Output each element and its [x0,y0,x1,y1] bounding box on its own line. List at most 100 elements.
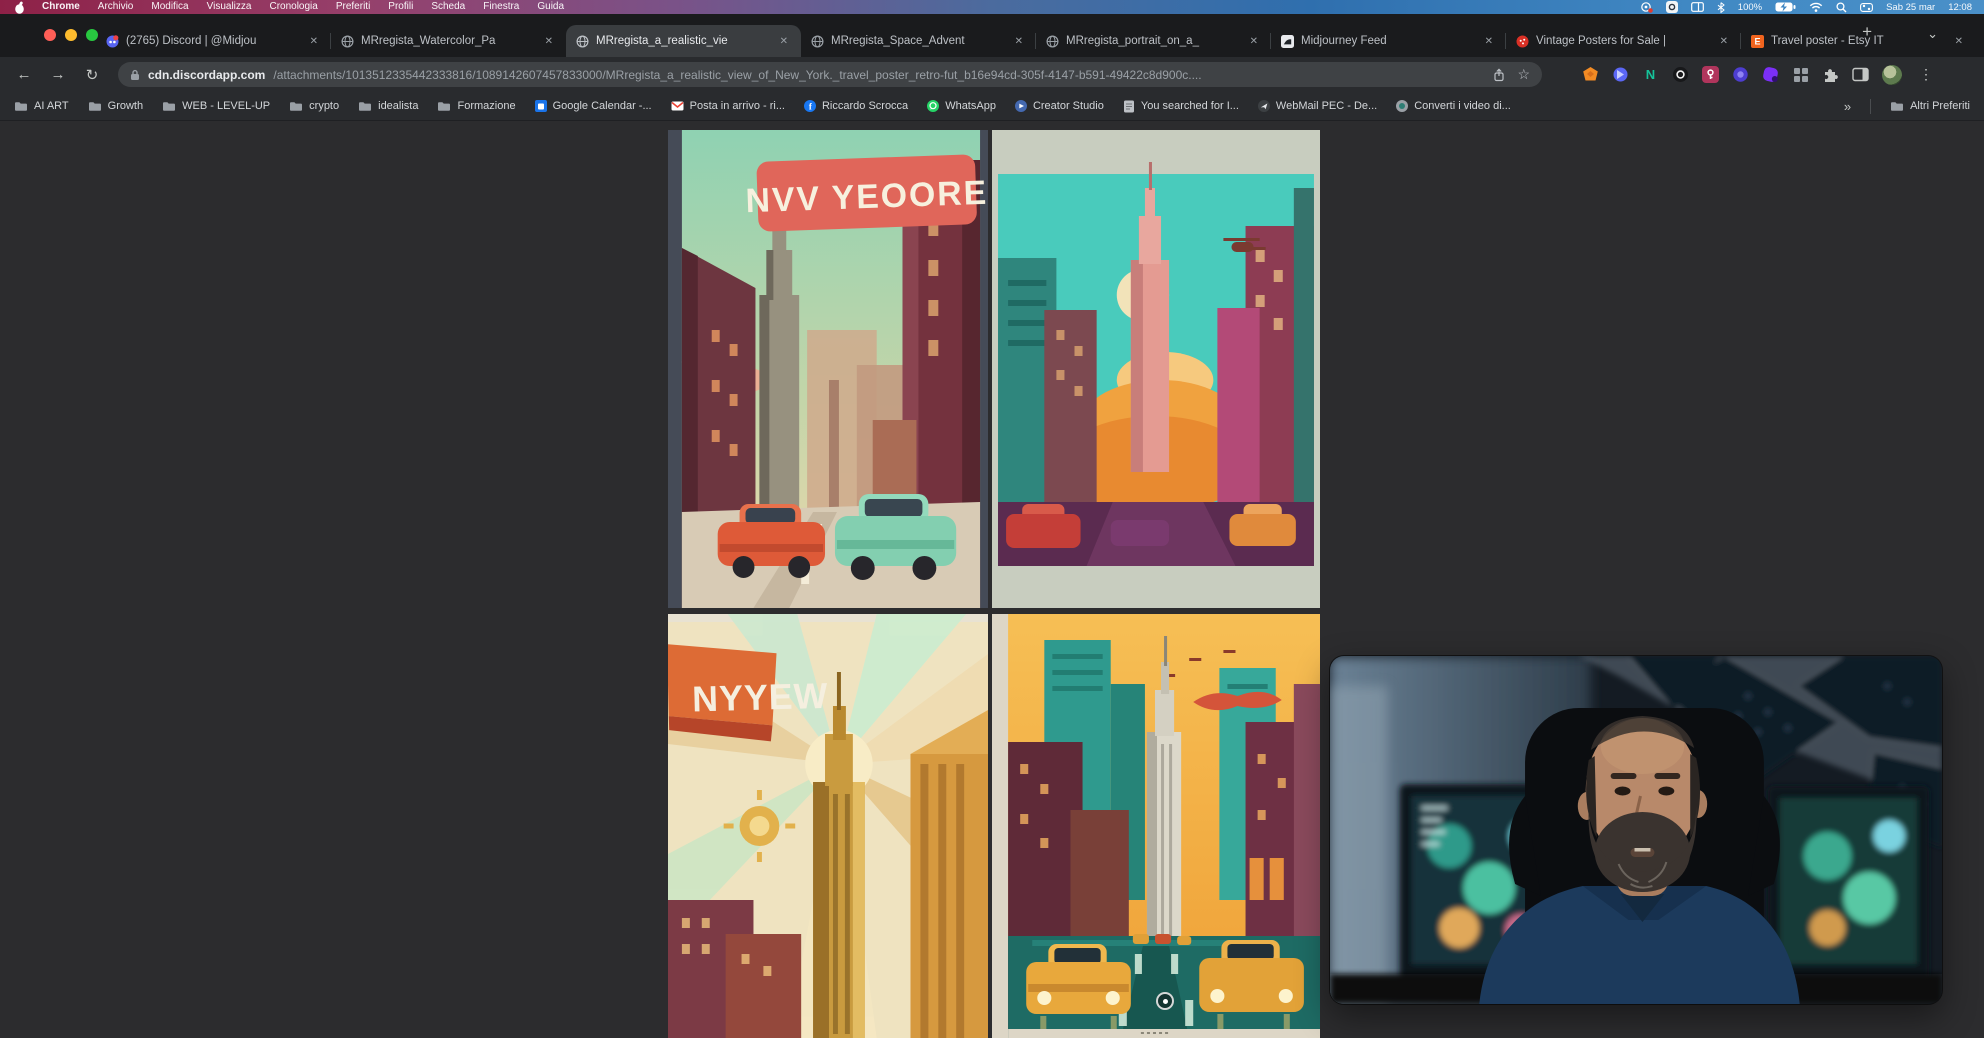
folder-icon [1890,101,1904,112]
minimize-window-button[interactable] [65,29,77,41]
tab-vintage-posters[interactable]: Vintage Posters for Sale | ✕ [1506,25,1741,57]
tab-space-adventure-image[interactable]: MRregista_Space_Advent ✕ [801,25,1036,57]
tab-close-icon[interactable]: ✕ [777,35,791,48]
bookmark-facebook-profile[interactable]: f Riccardo Scrocca [804,100,908,112]
menu-archivio[interactable]: Archivio [89,0,143,14]
tab-label: MRregista_Space_Advent [831,35,1005,47]
rounded-square-app-icon[interactable] [1666,1,1678,13]
midjourney-icon [1281,35,1294,48]
address-bar[interactable]: cdn.discordapp.com /attachments/10135123… [118,62,1542,87]
blue-ribbon-extension-icon[interactable] [1612,66,1629,83]
spotlight-search-icon[interactable] [1836,2,1847,13]
bookmark-label: AI ART [34,100,69,112]
macos-menu-bar: Chrome Archivio Modifica Visualizza Cron… [0,0,1984,14]
bookmark-search-result[interactable]: You searched for I... [1123,100,1239,113]
menu-modifica[interactable]: Modifica [142,0,197,14]
menubar-clock[interactable]: 12:08 [1948,2,1972,13]
close-window-button[interactable] [44,29,56,41]
bookmark-creator-studio[interactable]: Creator Studio [1015,100,1104,112]
fox-wallet-extension-icon[interactable] [1582,66,1599,83]
password-key-extension-icon[interactable] [1702,66,1719,83]
globe-icon [341,35,354,48]
bookmark-webmail-pec[interactable]: WebMail PEC - De... [1258,100,1377,112]
page-icon [1123,100,1135,113]
bookmark-google-calendar[interactable]: Google Calendar -... [535,100,652,112]
wifi-icon[interactable] [1809,2,1823,12]
bookmark-gmail-inbox[interactable]: Posta in arrivo - ri... [671,100,785,112]
side-panel-icon[interactable] [1852,66,1869,83]
globe-icon [1046,35,1059,48]
tab-label: Vintage Posters for Sale | [1536,35,1710,47]
menu-guida[interactable]: Guida [528,0,573,14]
poster-art: NVV YEOORE [682,130,988,608]
bookmark-label: WhatsApp [945,100,996,112]
tab-label: Midjourney Feed [1301,35,1475,47]
bookmark-whatsapp[interactable]: WhatsApp [927,100,996,112]
attachment-image-grid[interactable]: NVV YEOORE [668,130,1320,1038]
tab-midjourney-feed[interactable]: Midjourney Feed ✕ [1271,25,1506,57]
forward-button[interactable]: → [44,66,72,83]
etsy-icon: E [1751,35,1764,48]
tab-close-icon[interactable]: ✕ [1247,35,1261,48]
menu-visualizza[interactable]: Visualizza [198,0,261,14]
chrome-menu-kebab-icon[interactable]: ⋮ [1919,66,1933,83]
purple-blob-extension-icon[interactable] [1762,66,1779,83]
menu-profili[interactable]: Profili [379,0,422,14]
dark-circle-extension-icon[interactable] [1672,66,1689,83]
poster-new-york-sunburst [992,130,1320,608]
profile-avatar[interactable] [1882,65,1902,85]
reload-button[interactable]: ↻ [78,66,106,84]
tab-close-icon[interactable]: ✕ [307,35,321,48]
menubar-date[interactable]: Sab 25 mar [1886,2,1935,13]
teal-n-extension-icon[interactable]: N [1642,66,1659,83]
bookmark-folder-crypto[interactable]: crypto [289,100,339,112]
macos-desktop: Chrome Archivio Modifica Visualizza Cron… [0,0,1984,1038]
bookmark-folder-web-level-up[interactable]: WEB - LEVEL-UP [162,100,270,112]
tab-etsy-travel-poster[interactable]: E Travel poster - Etsy IT ✕ [1741,25,1976,57]
tab-discord[interactable]: (2765) Discord | @Midjou ✕ [96,25,331,57]
new-tab-button[interactable]: + [1862,23,1872,40]
menu-cronologia[interactable]: Cronologia [260,0,326,14]
extensions-puzzle-icon[interactable] [1822,66,1839,83]
tab-close-icon[interactable]: ✕ [542,35,556,48]
bookmarks-overflow-chevron[interactable]: » [1844,99,1851,114]
tab-close-icon[interactable]: ✕ [1952,35,1966,48]
window-tile-icon[interactable] [1691,2,1704,12]
extensions-row: N ⋮ [1582,65,1933,85]
bookmark-folder-growth[interactable]: Growth [88,100,143,112]
battery-percent: 100% [1738,2,1762,13]
grid-extension-icon[interactable] [1792,66,1809,83]
indigo-circle-extension-icon[interactable] [1732,66,1749,83]
bookmark-folder-formazione[interactable]: Formazione [437,100,515,112]
menu-scheda[interactable]: Scheda [422,0,474,14]
bluetooth-icon[interactable] [1717,2,1725,13]
bookmark-label: You searched for I... [1141,100,1239,112]
tab-close-icon[interactable]: ✕ [1482,35,1496,48]
bookmark-star-icon[interactable]: ☆ [1517,66,1530,83]
share-icon[interactable] [1493,68,1505,82]
bookmark-label: Creator Studio [1033,100,1104,112]
mouse-cursor [1156,992,1174,1010]
bookmark-folder-idealista[interactable]: idealista [358,100,418,112]
facebook-icon: f [804,100,816,112]
bookmark-video-converter[interactable]: Converti i video di... [1396,100,1511,112]
menu-finestra[interactable]: Finestra [474,0,528,14]
bookmark-other-favorites[interactable]: Altri Preferiti [1890,100,1970,112]
menu-chrome[interactable]: Chrome [33,0,89,14]
tab-search-chevron-icon[interactable]: ⌄ [1927,26,1938,42]
webcam-overlay [1330,656,1942,1004]
tab-label: MRregista_portrait_on_a_ [1066,35,1240,47]
tab-portrait-image[interactable]: MRregista_portrait_on_a_ ✕ [1036,25,1271,57]
tab-close-icon[interactable]: ✕ [1012,35,1026,48]
tab-close-icon[interactable]: ✕ [1717,35,1731,48]
battery-icon[interactable] [1775,2,1796,12]
menu-preferiti[interactable]: Preferiti [327,0,379,14]
url-domain: cdn.discordapp.com [148,68,265,82]
tab-watercolor-image[interactable]: MRregista_Watercolor_Pa ✕ [331,25,566,57]
bookmark-folder-ai-art[interactable]: AI ART [14,100,69,112]
tab-realistic-view-active[interactable]: MRregista_a_realistic_vie ✕ [566,25,801,57]
back-button[interactable]: ← [10,66,38,83]
control-center-icon[interactable] [1860,3,1873,12]
screen-mirroring-icon[interactable] [1640,2,1653,13]
apple-menu-icon[interactable] [12,1,33,14]
